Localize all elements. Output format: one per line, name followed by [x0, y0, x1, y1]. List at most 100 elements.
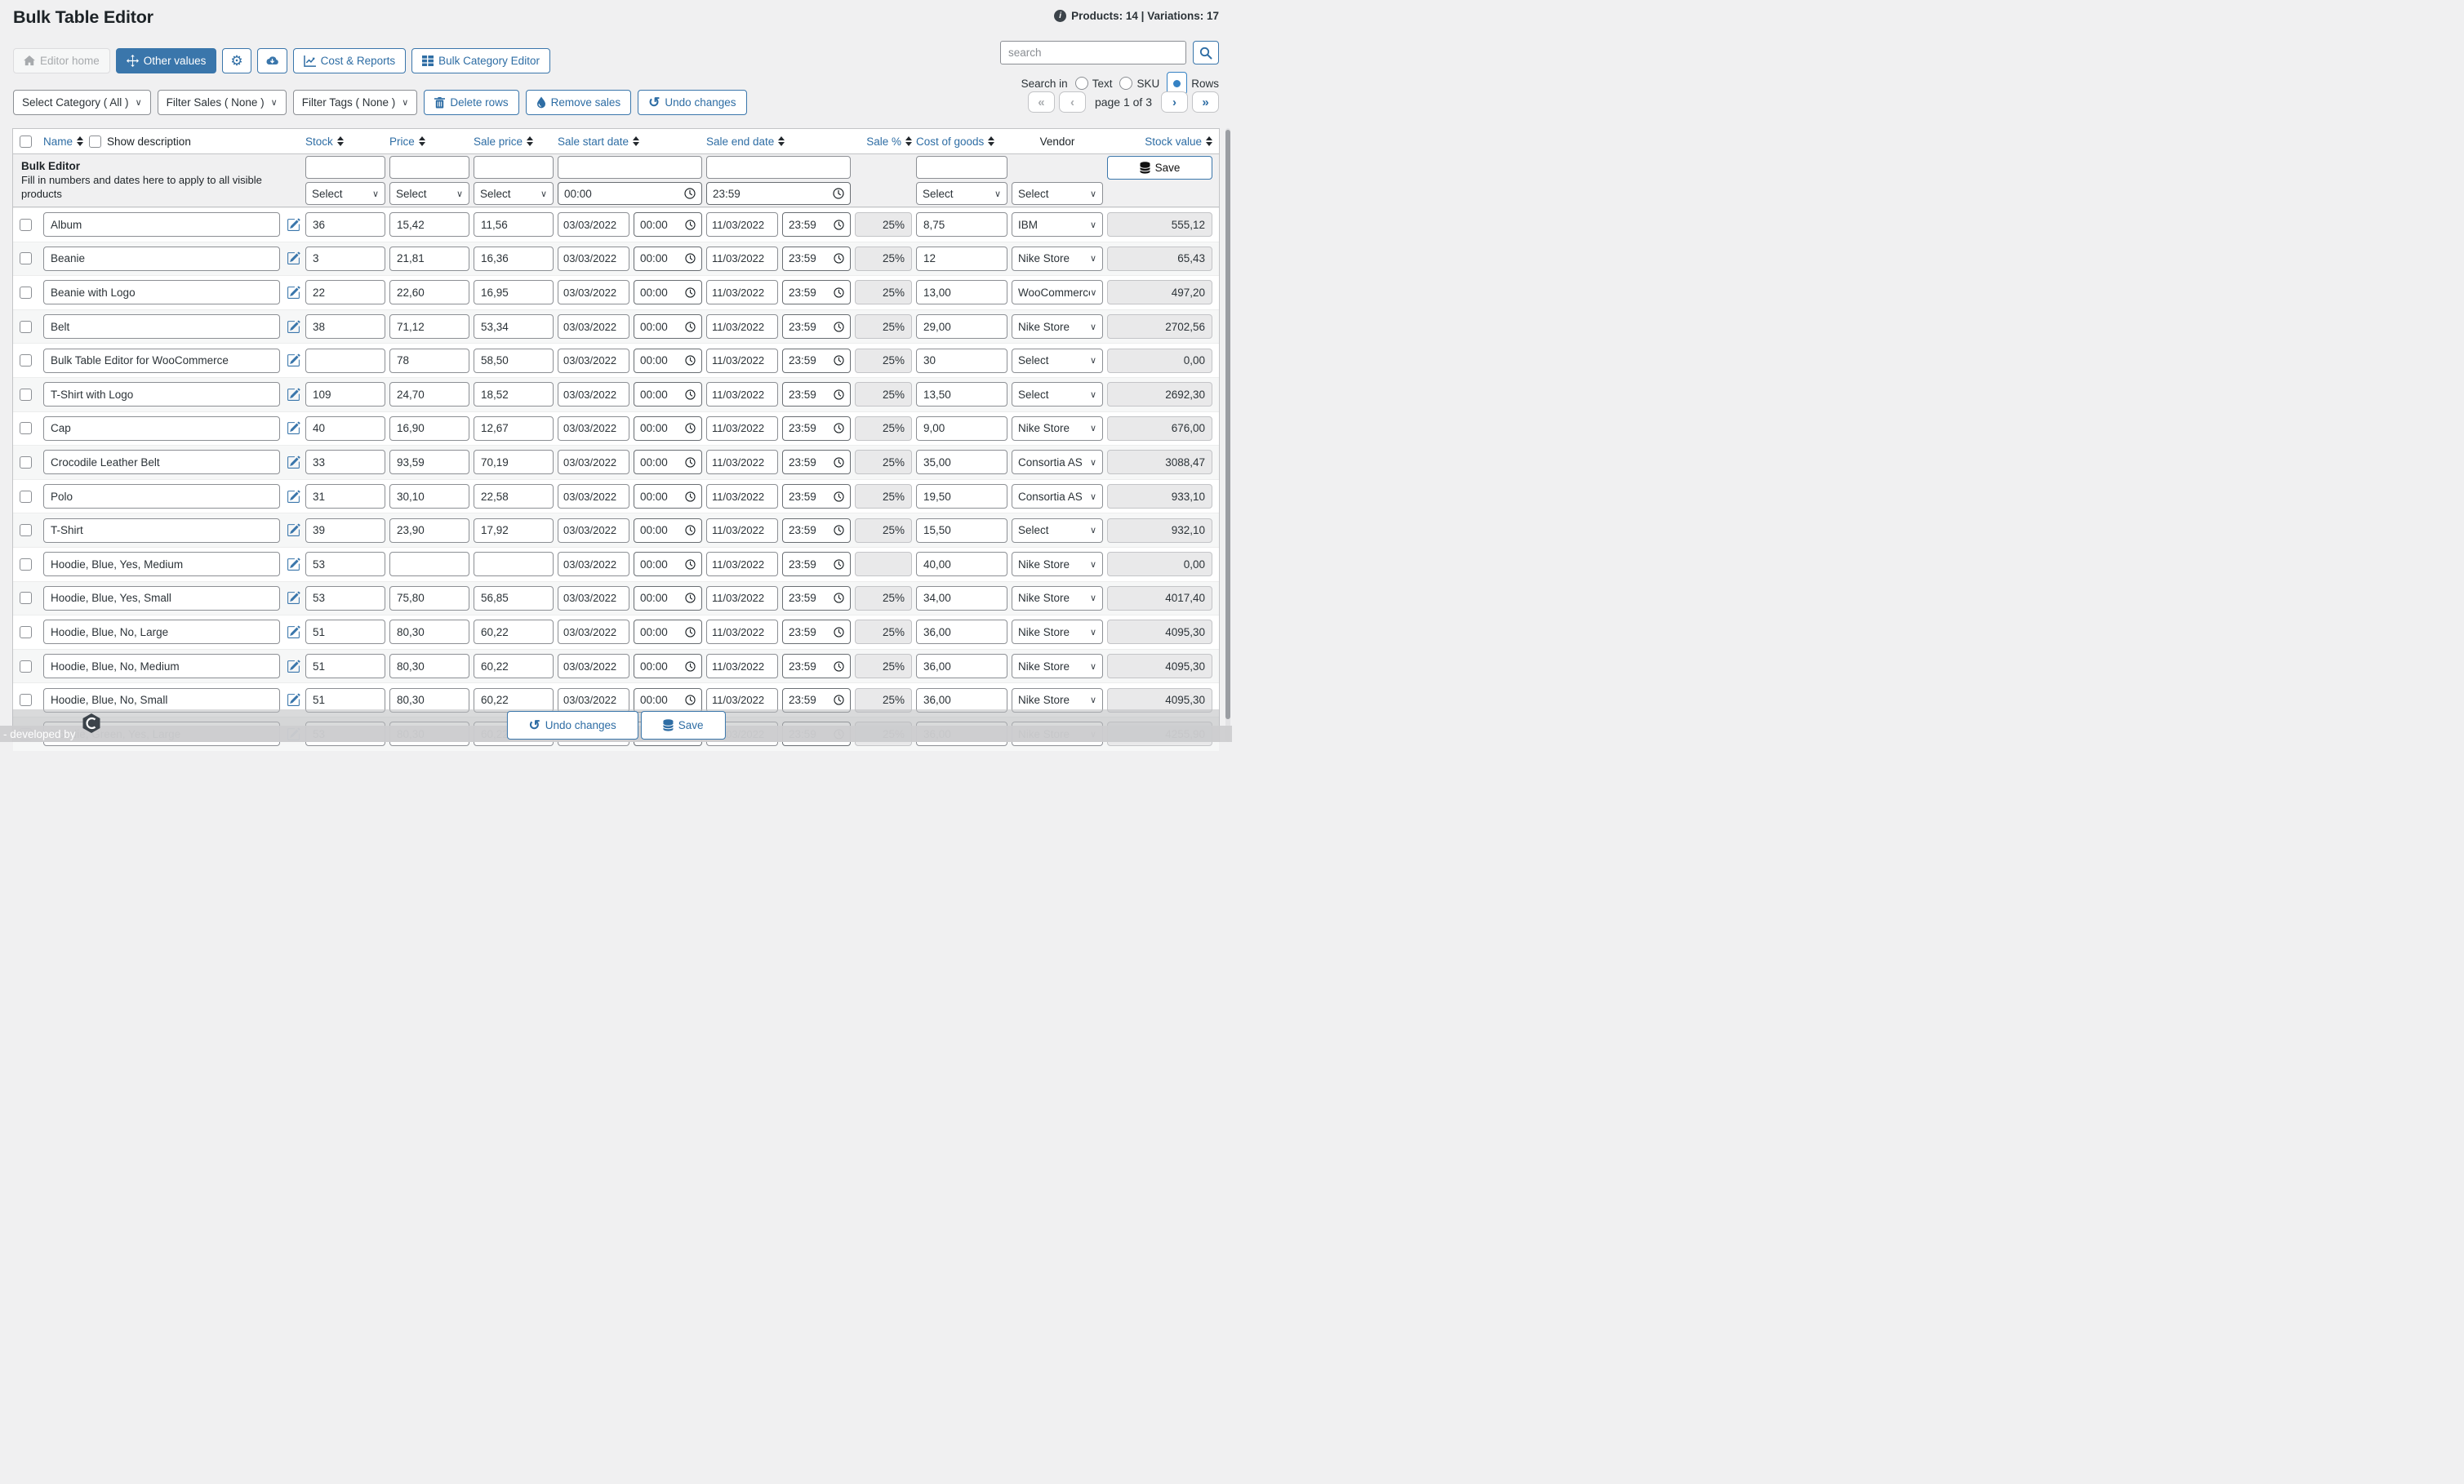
cost-reports-button[interactable]: Cost & Reports — [292, 48, 407, 73]
row-checkbox[interactable] — [20, 524, 32, 537]
sale-start-time-input[interactable]: 00:00 — [634, 280, 702, 305]
sort-sale-price[interactable]: Sale price — [474, 136, 554, 148]
row-checkbox[interactable] — [20, 660, 32, 673]
vendor-select[interactable]: Nike Store∨ — [1012, 552, 1103, 577]
product-name-input[interactable] — [43, 348, 280, 373]
sale-end-time-input[interactable]: 23:59 — [782, 280, 851, 305]
row-checkbox[interactable] — [20, 625, 32, 638]
sale-price-input[interactable] — [474, 450, 554, 475]
sale-price-input[interactable] — [474, 212, 554, 238]
sale-end-time-input[interactable]: 23:59 — [782, 654, 851, 679]
sale-start-date-input[interactable] — [558, 348, 629, 373]
row-checkbox[interactable] — [20, 455, 32, 469]
bulk-start-date-input[interactable] — [558, 156, 702, 179]
tags-filter-select[interactable]: Filter Tags ( None ) ∨ — [292, 90, 418, 115]
price-input[interactable] — [389, 314, 469, 340]
sale-start-date-input[interactable] — [558, 382, 629, 407]
sale-end-date-input[interactable] — [706, 585, 778, 611]
sale-end-time-input[interactable]: 23:59 — [782, 518, 851, 543]
radio-text[interactable]: Text — [1074, 77, 1112, 90]
sale-start-date-input[interactable] — [558, 280, 629, 305]
cost-of-goods-input[interactable] — [916, 484, 1007, 509]
cost-of-goods-input[interactable] — [916, 348, 1007, 373]
sale-end-time-input[interactable]: 23:59 — [782, 348, 851, 373]
delete-rows-button[interactable]: Delete rows — [424, 90, 519, 115]
price-input[interactable] — [389, 280, 469, 305]
bulk-category-editor-button[interactable]: Bulk Category Editor — [411, 48, 550, 73]
sale-start-time-input[interactable]: 00:00 — [634, 382, 702, 407]
row-checkbox[interactable] — [20, 490, 32, 503]
product-name-input[interactable] — [43, 212, 280, 238]
cost-of-goods-input[interactable] — [916, 654, 1007, 679]
edit-name-button[interactable] — [285, 454, 301, 470]
vendor-select[interactable]: Nike Store∨ — [1012, 585, 1103, 611]
edit-name-button[interactable] — [285, 353, 301, 369]
sale-end-time-input[interactable]: 23:59 — [782, 415, 851, 441]
sale-start-date-input[interactable] — [558, 246, 629, 271]
sale-price-input[interactable] — [474, 246, 554, 271]
edit-name-button[interactable] — [285, 556, 301, 572]
sale-start-time-input[interactable]: 00:00 — [634, 585, 702, 611]
sale-end-date-input[interactable] — [706, 280, 778, 305]
bulk-cost-input[interactable] — [916, 156, 1007, 179]
price-input[interactable] — [389, 518, 469, 543]
edit-name-button[interactable] — [285, 251, 301, 267]
price-input[interactable] — [389, 620, 469, 645]
product-name-input[interactable] — [43, 246, 280, 271]
sale-start-date-input[interactable] — [558, 314, 629, 340]
sale-start-date-input[interactable] — [558, 518, 629, 543]
edit-name-button[interactable] — [285, 522, 301, 539]
sale-start-date-input[interactable] — [558, 212, 629, 238]
edit-name-button[interactable] — [285, 420, 301, 437]
sale-start-date-input[interactable] — [558, 415, 629, 441]
sale-price-input[interactable] — [474, 415, 554, 441]
sale-start-time-input[interactable]: 00:00 — [634, 450, 702, 475]
bulk-stock-select[interactable]: Select ∨ — [305, 182, 385, 205]
vendor-select[interactable]: IBM ∨ — [1012, 212, 1103, 238]
vendor-select[interactable]: Select ∨ — [1012, 518, 1103, 543]
bulk-sale-price-select[interactable]: Select ∨ — [474, 182, 554, 205]
sale-end-time-input[interactable]: 23:59 — [782, 212, 851, 238]
stock-input[interactable] — [305, 484, 385, 509]
edit-name-button[interactable] — [285, 318, 301, 335]
bulk-sale-price-input[interactable] — [474, 156, 554, 179]
vendor-select[interactable]: Select ∨ — [1012, 382, 1103, 407]
sale-end-date-input[interactable] — [706, 348, 778, 373]
sale-end-time-input[interactable]: 23:59 — [782, 314, 851, 340]
sale-end-date-input[interactable] — [706, 450, 778, 475]
product-name-input[interactable] — [43, 620, 280, 645]
radio-sku[interactable]: SKU — [1119, 77, 1159, 90]
cost-of-goods-input[interactable] — [916, 314, 1007, 340]
sale-start-date-input[interactable] — [558, 484, 629, 509]
bulk-vendor-select[interactable]: Select ∨ — [1012, 182, 1103, 205]
edit-name-button[interactable] — [285, 692, 301, 709]
price-input[interactable] — [389, 450, 469, 475]
undo-changes-button[interactable]: ↺ Undo changes — [638, 90, 747, 115]
bulk-start-time-input[interactable]: 00:00 — [558, 182, 702, 205]
edit-name-button[interactable] — [285, 386, 301, 402]
row-checkbox[interactable] — [20, 286, 32, 299]
sale-start-time-input[interactable]: 00:00 — [634, 246, 702, 271]
sort-name[interactable]: Name — [43, 136, 84, 148]
cost-of-goods-input[interactable] — [916, 552, 1007, 577]
stock-input[interactable] — [305, 620, 385, 645]
sale-start-date-input[interactable] — [558, 450, 629, 475]
cost-of-goods-input[interactable] — [916, 518, 1007, 543]
price-input[interactable] — [389, 246, 469, 271]
sort-sale-start-date[interactable]: Sale start date — [558, 136, 702, 148]
editor-home-button[interactable]: Editor home — [13, 48, 110, 73]
bottom-save-button[interactable]: Save — [640, 711, 726, 740]
price-input[interactable] — [389, 484, 469, 509]
stock-input[interactable] — [305, 654, 385, 679]
price-input[interactable] — [389, 552, 469, 577]
bulk-end-time-input[interactable]: 23:59 — [706, 182, 851, 205]
sale-end-time-input[interactable]: 23:59 — [782, 450, 851, 475]
price-input[interactable] — [389, 654, 469, 679]
bulk-stock-input[interactable] — [305, 156, 385, 179]
vendor-select[interactable]: Select ∨ — [1012, 348, 1103, 373]
sale-price-input[interactable] — [474, 382, 554, 407]
cost-of-goods-input[interactable] — [916, 280, 1007, 305]
sale-end-time-input[interactable]: 23:59 — [782, 552, 851, 577]
stock-input[interactable] — [305, 314, 385, 340]
edit-name-button[interactable] — [285, 284, 301, 300]
